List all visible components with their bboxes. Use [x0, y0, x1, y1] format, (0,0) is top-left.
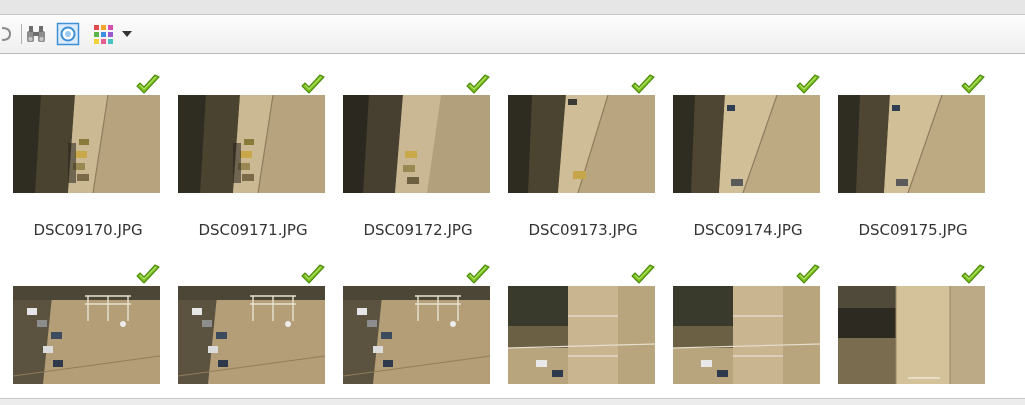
color-grid-icon[interactable] — [90, 22, 116, 46]
check-icon — [300, 74, 326, 96]
thumbnail-image[interactable] — [838, 95, 985, 193]
thumbnail-image[interactable] — [178, 95, 325, 193]
check-icon — [135, 74, 161, 96]
check-icon — [465, 74, 491, 96]
file-label: DSC09175.JPG — [858, 221, 968, 239]
file-label: DSC09174.JPG — [693, 221, 803, 239]
thumbnail-image[interactable] — [673, 286, 820, 384]
thumbnail-image[interactable] — [343, 95, 490, 193]
file-label: DSC09172.JPG — [363, 221, 473, 239]
binoculars-icon[interactable] — [24, 22, 48, 46]
undo-icon[interactable] — [0, 22, 12, 46]
thumbnail-image[interactable] — [508, 95, 655, 193]
thumbnail-image[interactable] — [838, 286, 985, 384]
check-icon — [960, 74, 986, 96]
check-icon — [630, 264, 656, 286]
select-mode-icon[interactable] — [55, 22, 81, 46]
toolbar — [0, 15, 1025, 54]
thumbnail-image[interactable] — [178, 286, 325, 384]
check-icon — [630, 74, 656, 96]
thumbnail-image[interactable] — [508, 286, 655, 384]
thumbnail-image[interactable] — [13, 286, 160, 384]
check-icon — [135, 264, 161, 286]
thumbnail-grid: DSC09170.JPG DSC09171.JPG DSC09172.JPG D… — [0, 55, 1025, 398]
dropdown-arrow-icon[interactable] — [120, 22, 134, 46]
file-label: DSC09171.JPG — [198, 221, 308, 239]
file-label: DSC09173.JPG — [528, 221, 638, 239]
check-icon — [465, 264, 491, 286]
toolbar-separator — [21, 24, 22, 44]
file-label: DSC09170.JPG — [33, 221, 143, 239]
thumbnail-image[interactable] — [673, 95, 820, 193]
check-icon — [795, 264, 821, 286]
window-titlebar — [0, 0, 1025, 15]
check-icon — [795, 74, 821, 96]
thumbnail-image[interactable] — [343, 286, 490, 384]
check-icon — [300, 264, 326, 286]
check-icon — [960, 264, 986, 286]
thumbnail-image[interactable] — [13, 95, 160, 193]
